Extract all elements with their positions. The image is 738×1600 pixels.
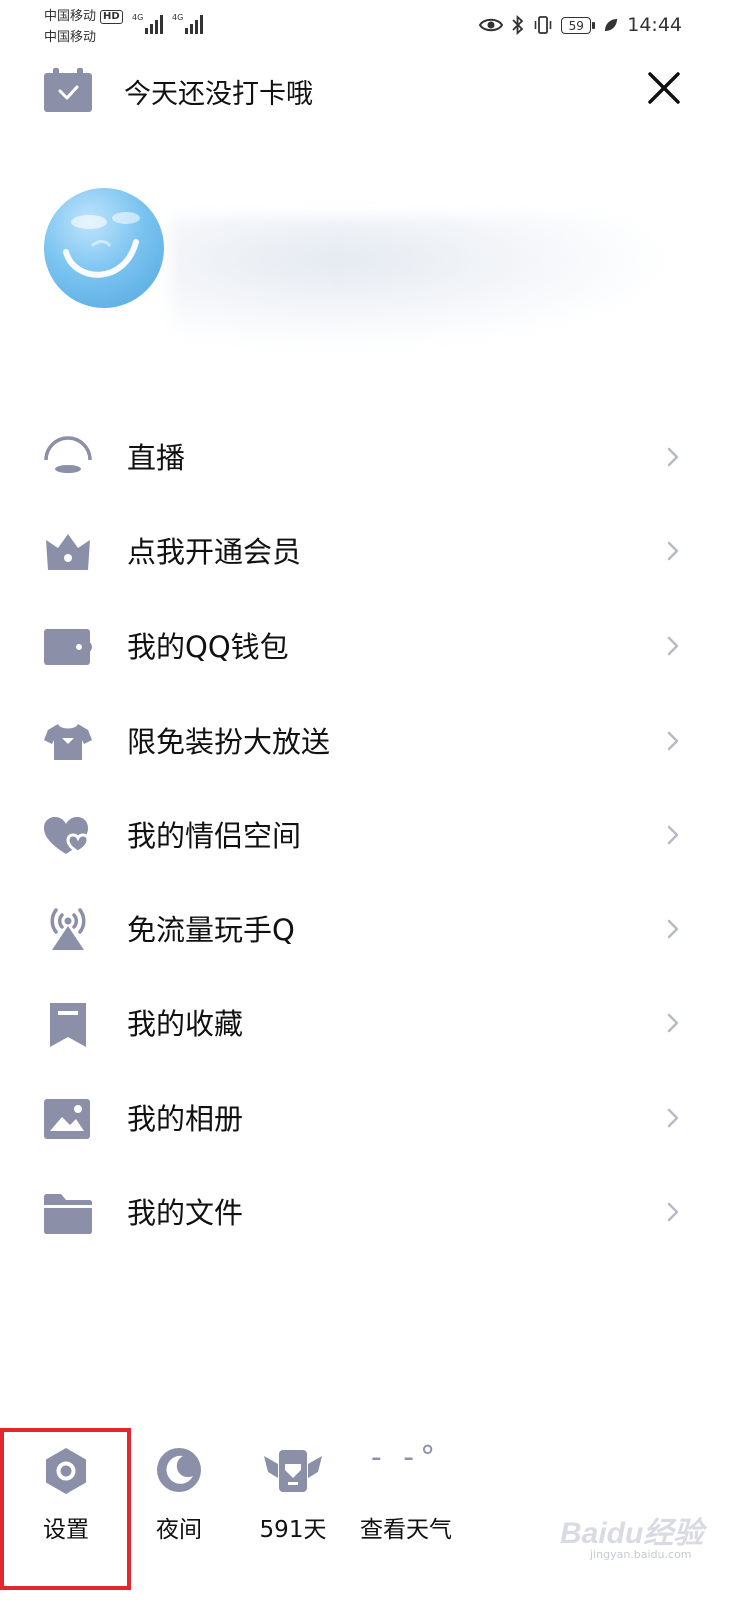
chevron-right-icon [667, 541, 679, 561]
menu-item-label: 我的相册 [127, 1102, 244, 1136]
tshirt-icon [44, 724, 92, 760]
net-type-2: 4G [172, 13, 184, 22]
status-bar-right: 59 14:44 [479, 12, 682, 38]
menu-item-files[interactable]: 我的文件 [0, 1166, 738, 1260]
clock: 14:44 [627, 14, 682, 36]
menu-item-album[interactable]: 我的相册 [0, 1072, 738, 1166]
chevron-right-icon [667, 919, 679, 939]
smile-cloud-icon [63, 212, 140, 278]
vibrate-icon [534, 16, 552, 34]
eye-icon [479, 18, 504, 32]
chevron-right-icon [667, 1202, 679, 1222]
weather-button[interactable]: - -° 查看天气 [350, 1438, 462, 1578]
watermark-logo: Baidu经验 [560, 1517, 704, 1550]
chevron-right-icon [667, 636, 679, 656]
status-bar-left: 中国移动 HD 中国移动 [44, 6, 123, 48]
image-icon [44, 1099, 90, 1139]
menu-item-label: 我的收藏 [127, 1007, 244, 1041]
chevron-right-icon [667, 731, 679, 751]
chevron-right-icon [667, 1108, 679, 1128]
signal-2-icon: 4G [172, 14, 205, 34]
battery-indicator: 59 [561, 16, 596, 34]
weather-label: 查看天气 [360, 1517, 452, 1543]
vip-crown-icon [46, 534, 90, 570]
days-label: 591天 [259, 1517, 327, 1543]
folder-icon [44, 1194, 92, 1234]
profile-info-blurred [170, 215, 730, 365]
settings-button[interactable]: 设置 [11, 1438, 121, 1578]
night-mode-button[interactable]: 夜间 [124, 1438, 234, 1578]
menu-item-label: 我的文件 [127, 1196, 244, 1230]
settings-hexagon-icon [46, 1448, 86, 1494]
net-type-1: 4G [132, 13, 144, 22]
days-button[interactable]: 591天 [238, 1438, 348, 1578]
menu-item-label: 限免装扮大放送 [127, 725, 331, 759]
close-icon [648, 72, 680, 104]
moon-icon [157, 1448, 201, 1492]
winged-badge-icon [264, 1450, 322, 1492]
avatar[interactable] [44, 188, 164, 308]
settings-label: 设置 [43, 1517, 89, 1543]
chevron-right-icon [667, 447, 679, 467]
menu-item-label: 我的情侣空间 [127, 819, 302, 853]
menu-item-favorites[interactable]: 我的收藏 [0, 977, 738, 1071]
menu-item-label: 免流量玩手Q [127, 913, 295, 947]
chevron-right-icon [667, 825, 679, 845]
couple-hearts-icon [44, 817, 90, 854]
live-icon [44, 436, 92, 473]
hd-badge: HD [100, 9, 123, 24]
calendar-check-icon[interactable] [44, 68, 92, 116]
menu-item-label: 直播 [127, 441, 186, 475]
menu-item-decoration[interactable]: 限免装扮大放送 [0, 695, 738, 789]
night-label: 夜间 [156, 1517, 202, 1543]
antenna-icon [50, 908, 86, 950]
watermark-url: jingyan.baidu.com [590, 1548, 692, 1561]
menu-item-free-data[interactable]: 免流量玩手Q [0, 883, 738, 977]
menu-item-live[interactable]: 直播 [0, 411, 738, 505]
menu-item-label: 我的QQ钱包 [127, 630, 289, 664]
bluetooth-icon [512, 15, 524, 35]
weather-icon: - -° [370, 1440, 442, 1475]
leaf-icon [605, 19, 618, 31]
menu-item-vip[interactable]: 点我开通会员 [0, 505, 738, 599]
bookmark-icon [50, 1003, 86, 1047]
menu-item-couple[interactable]: 我的情侣空间 [0, 789, 738, 883]
signal-1-icon: 4G [132, 14, 165, 34]
chevron-right-icon [667, 1013, 679, 1033]
checkin-text[interactable]: 今天还没打卡哦 [124, 72, 313, 111]
menu-item-label: 点我开通会员 [127, 535, 302, 569]
close-button[interactable] [640, 64, 688, 112]
carrier-1: 中国移动 [44, 9, 97, 24]
carrier-2: 中国移动 [44, 30, 97, 45]
wallet-icon [44, 629, 92, 665]
menu-item-wallet[interactable]: 我的QQ钱包 [0, 600, 738, 694]
